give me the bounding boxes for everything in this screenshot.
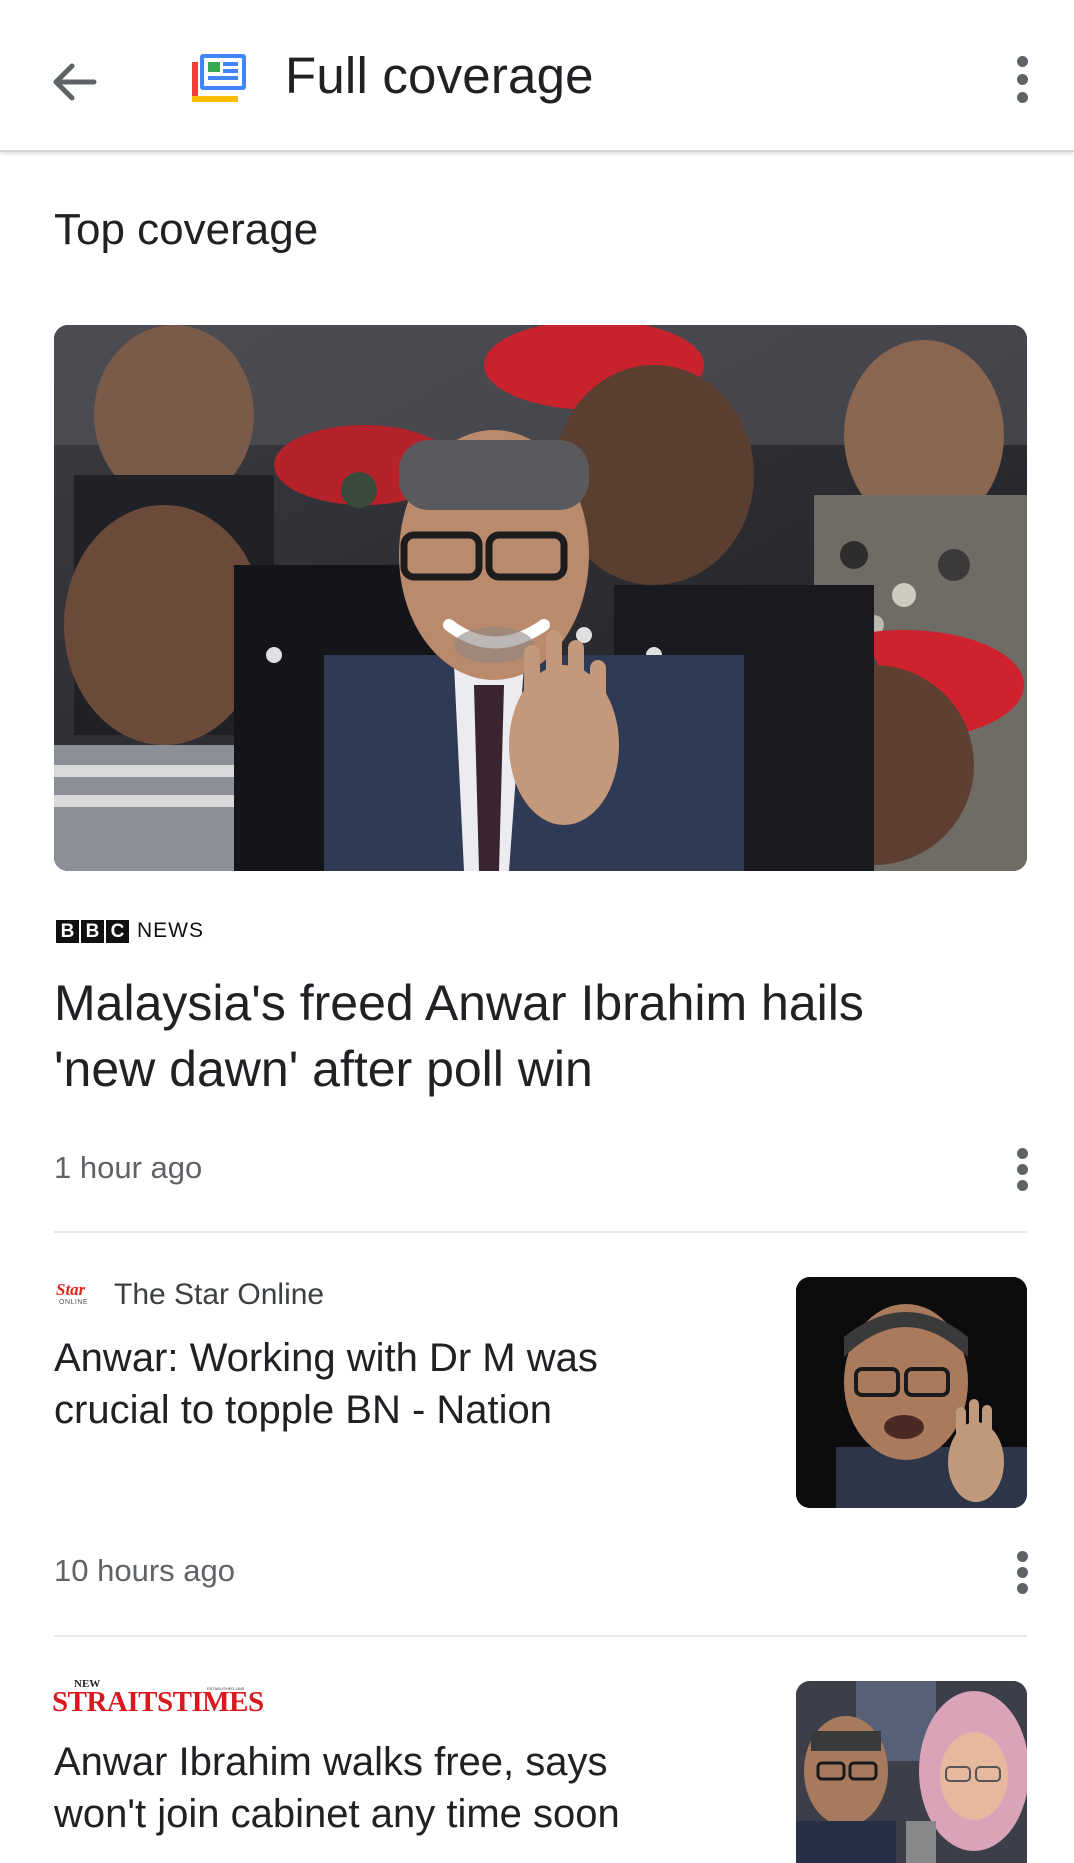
star-logo-text: Star xyxy=(56,1280,86,1299)
bbc-logo-letter: B xyxy=(56,919,79,943)
star-logo-subtext: ONLINE xyxy=(59,1299,89,1306)
article-time: 1 hour ago xyxy=(54,1150,203,1185)
bbc-logo-letter: B xyxy=(81,919,104,943)
article-headline[interactable]: Malaysia's freed Anwar Ibrahim hails 'ne… xyxy=(54,970,864,1102)
star-online-logo: Star ONLINE xyxy=(54,1279,94,1311)
headline-line: won't join cabinet any time soon xyxy=(54,1792,620,1836)
more-vert-icon[interactable] xyxy=(1000,50,1044,110)
source-name: The Star Online xyxy=(114,1278,325,1311)
article-time: 10 hours ago xyxy=(54,1553,235,1588)
bbc-logo-news: NEWS xyxy=(137,919,204,942)
page-title: Full coverage xyxy=(285,47,594,104)
headline-line: Anwar: Working with Dr M was xyxy=(54,1336,598,1380)
article-thumbnail[interactable] xyxy=(796,1277,1027,1508)
article-headline[interactable]: Anwar Ibrahim walks free, says won't joi… xyxy=(54,1736,620,1840)
bbc-logo-letter: C xyxy=(106,919,129,943)
google-news-logo-icon xyxy=(190,52,250,104)
headline-line: Anwar Ibrahim walks free, says xyxy=(54,1740,608,1784)
article-headline[interactable]: Anwar: Working with Dr M was crucial to … xyxy=(54,1332,598,1436)
headline-line: crucial to topple BN - Nation xyxy=(54,1388,553,1432)
app-bar: Full coverage xyxy=(0,0,1074,152)
divider xyxy=(54,1635,1027,1637)
source-row: Star ONLINE The Star Online xyxy=(54,1278,324,1312)
headline-line: Malaysia's freed Anwar Ibrahim hails xyxy=(54,975,864,1031)
bbc-news-logo: B B C NEWS xyxy=(56,918,204,944)
more-vert-icon[interactable] xyxy=(1000,1549,1044,1609)
divider xyxy=(54,1231,1027,1233)
arrow-back-icon[interactable] xyxy=(44,52,104,112)
hero-article-image[interactable] xyxy=(54,325,1027,871)
nst-logo-tagline: ESTABLISHED 1845 xyxy=(207,1686,245,1691)
more-vert-icon[interactable] xyxy=(1000,1146,1044,1206)
article-thumbnail[interactable] xyxy=(796,1681,1027,1863)
headline-line: 'new dawn' after poll win xyxy=(54,1041,593,1097)
section-title: Top coverage xyxy=(54,205,319,254)
